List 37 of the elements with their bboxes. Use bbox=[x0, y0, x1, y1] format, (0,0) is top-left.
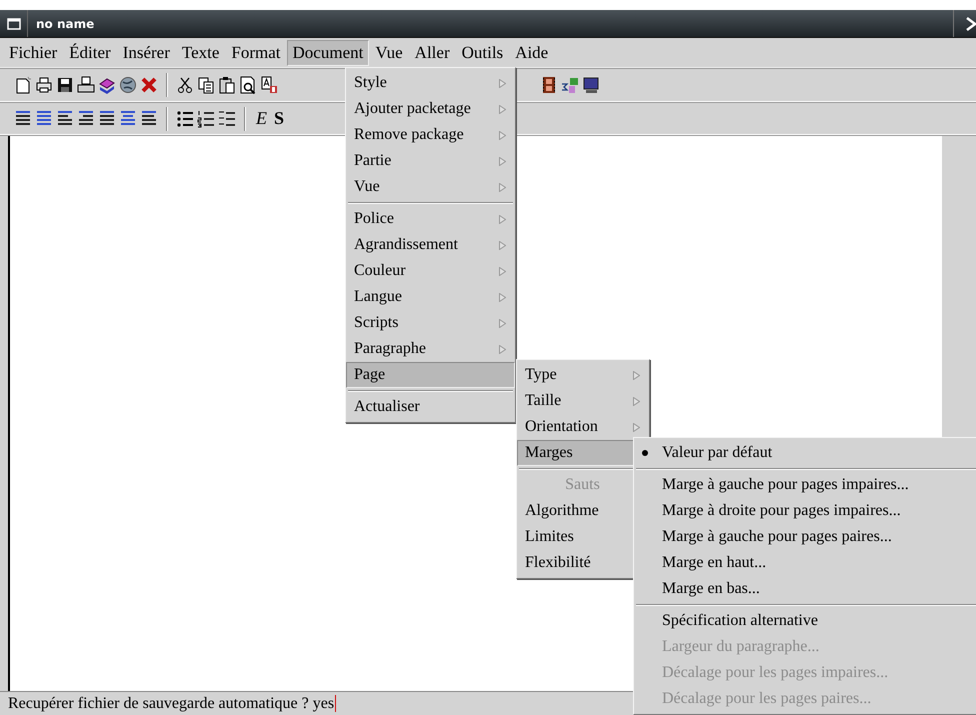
menu-item[interactable]: Type bbox=[517, 362, 649, 388]
menu-item[interactable]: Remove package bbox=[346, 122, 515, 148]
menu-item[interactable]: Marge à gauche pour pages impaires... bbox=[634, 466, 976, 498]
menu-item[interactable]: Marge à gauche pour pages paires... bbox=[634, 524, 976, 550]
menu-bar-item[interactable]: Aller bbox=[408, 40, 456, 66]
menu-item[interactable]: Spécification alternative bbox=[634, 602, 976, 634]
menu-item[interactable]: Police bbox=[346, 200, 515, 232]
menu-item[interactable]: Orientation bbox=[517, 414, 649, 440]
menu-bar-item[interactable]: Format bbox=[225, 40, 287, 66]
menu-bar-item[interactable]: Vue bbox=[369, 40, 409, 66]
menu-item[interactable]: Marge en bas... bbox=[634, 576, 976, 602]
menu-item[interactable]: Langue bbox=[346, 284, 515, 310]
menu-item[interactable]: Agrandissement bbox=[346, 232, 515, 258]
menu-item[interactable]: Taille bbox=[517, 388, 649, 414]
status-prompt: Recupérer fichier de sauvegarde automatique ? bbox=[8, 694, 309, 712]
menu-item[interactable]: Actualiser bbox=[346, 388, 515, 420]
menu-bar-item[interactable]: Outils bbox=[456, 40, 510, 66]
menu-item[interactable]: Style bbox=[346, 70, 515, 96]
menu-bar-item[interactable]: Éditer bbox=[63, 40, 117, 66]
menu-item[interactable]: Ajouter packetage bbox=[346, 96, 515, 122]
menu-bar-item[interactable]: Document bbox=[286, 40, 370, 66]
menu-bar-item[interactable]: Fichier bbox=[3, 40, 64, 66]
bold-button[interactable]: S bbox=[272, 108, 286, 129]
menu-item[interactable]: Marge à droite pour pages impaires... bbox=[634, 498, 976, 524]
menu-item[interactable]: Couleur bbox=[346, 258, 515, 284]
menu-bar-item[interactable]: Texte bbox=[176, 40, 226, 66]
menu-item[interactable]: Partie bbox=[346, 148, 515, 174]
menu-bar-item[interactable]: Insérer bbox=[116, 40, 176, 66]
menu-item[interactable]: Page bbox=[346, 362, 515, 388]
emphasis-button[interactable]: E bbox=[254, 108, 269, 129]
window-title: no name bbox=[36, 16, 96, 30]
input-field[interactable]: yes bbox=[312, 694, 336, 712]
menu-bar-item[interactable]: Aide bbox=[509, 40, 554, 66]
menu-item[interactable]: Paragraphe bbox=[346, 336, 515, 362]
menu-item[interactable]: Marge en haut... bbox=[634, 550, 976, 576]
menu-item[interactable]: Scripts bbox=[346, 310, 515, 336]
menu-item[interactable]: Vue bbox=[346, 174, 515, 200]
